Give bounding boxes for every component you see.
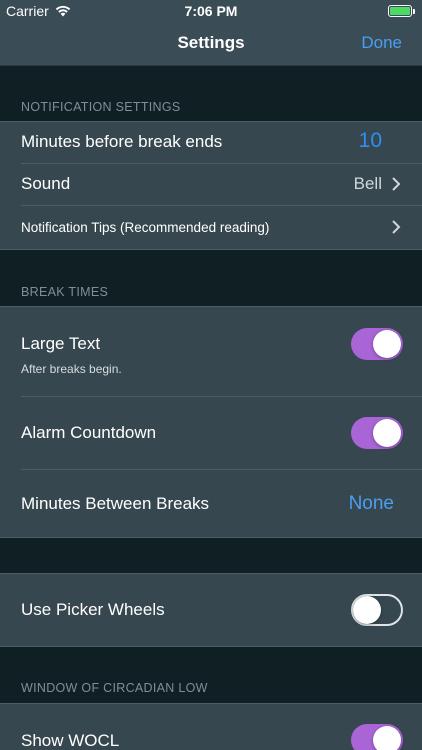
done-button[interactable]: Done — [361, 33, 402, 53]
toggle-knob — [373, 419, 401, 447]
toggle-knob — [373, 726, 401, 750]
alarm-countdown-toggle[interactable] — [351, 417, 403, 449]
chevron-right-icon — [392, 177, 401, 191]
minutes-between-breaks-label: Minutes Between Breaks — [21, 494, 210, 513]
toggle-knob — [373, 330, 401, 358]
section-header-break-times: BREAK TIMES — [21, 285, 109, 299]
section-header-notification-settings: NOTIFICATION SETTINGS — [21, 100, 181, 114]
navigation-bar: Settings Done — [0, 22, 422, 66]
chevron-right-icon — [392, 220, 401, 234]
status-bar: Carrier 7:06 PM — [0, 0, 422, 22]
section-header-wocl: WINDOW OF CIRCADIAN LOW — [21, 681, 208, 695]
alarm-countdown-label: Alarm Countdown — [21, 423, 157, 442]
battery-level — [390, 7, 410, 15]
notification-tips-label: Notification Tips (Recommended reading) — [21, 220, 270, 235]
sound-value: Bell — [353, 174, 382, 193]
use-picker-wheels-row: Use Picker Wheels — [0, 574, 422, 646]
break-times-group: Large Text After breaks begin. Alarm Cou… — [0, 306, 422, 538]
notification-settings-group: Minutes before break ends 10 Sound Bell … — [0, 121, 422, 250]
minutes-before-break-row[interactable]: Minutes before break ends 10 — [0, 122, 422, 163]
page-title: Settings — [177, 33, 245, 52]
show-wocl-row: Show WOCL — [0, 704, 422, 750]
sound-row[interactable]: Sound Bell — [0, 163, 422, 205]
minutes-before-break-value[interactable]: 10 — [359, 129, 382, 153]
status-time: 7:06 PM — [184, 3, 238, 19]
toggle-knob — [353, 596, 381, 624]
battery-tip — [413, 9, 415, 14]
settings-screen: Carrier 7:06 PM Settings Done NOTIFICATI… — [0, 0, 422, 750]
minutes-between-breaks-row[interactable]: Minutes Between Breaks None — [0, 469, 422, 537]
minutes-between-breaks-value[interactable]: None — [349, 493, 394, 515]
use-picker-wheels-label: Use Picker Wheels — [21, 600, 165, 619]
large-text-row: Large Text After breaks begin. — [0, 307, 422, 396]
large-text-subtitle: After breaks begin. — [21, 362, 122, 376]
battery-icon — [388, 5, 415, 17]
wocl-group: Show WOCL — [0, 703, 422, 750]
alarm-countdown-row: Alarm Countdown — [0, 396, 422, 469]
minutes-before-break-label: Minutes before break ends — [21, 132, 223, 151]
sound-label: Sound — [21, 174, 71, 193]
show-wocl-toggle[interactable] — [351, 724, 403, 750]
show-wocl-label: Show WOCL — [21, 731, 120, 750]
large-text-label: Large Text — [21, 334, 101, 353]
use-picker-wheels-toggle[interactable] — [351, 594, 403, 626]
notification-tips-row[interactable]: Notification Tips (Recommended reading) — [0, 205, 422, 249]
picker-group: Use Picker Wheels — [0, 573, 422, 647]
large-text-toggle[interactable] — [351, 328, 403, 360]
